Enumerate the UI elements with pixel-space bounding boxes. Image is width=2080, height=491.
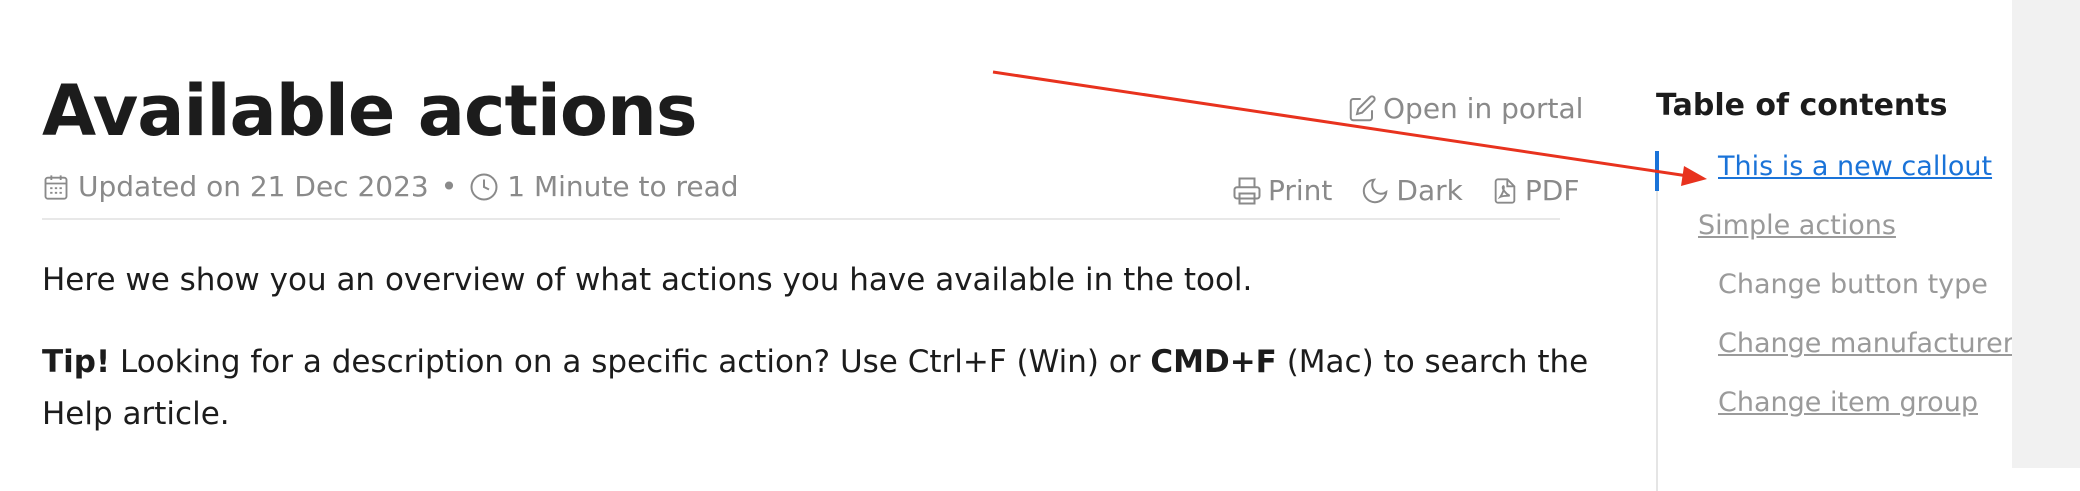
print-label: Print [1268,174,1333,207]
clock-icon [469,172,499,202]
tip-label: Tip! [42,344,111,380]
printer-icon [1232,176,1262,206]
meta-separator: • [440,170,458,203]
edit-icon [1347,94,1377,124]
tip-text-1: Looking for a description on a specific … [110,344,1151,380]
header-divider [42,218,1560,220]
dark-label: Dark [1396,174,1463,207]
pdf-file-icon [1491,175,1519,207]
tip-paragraph: Tip! Looking for a description on a spec… [42,336,1602,440]
intro-paragraph: Here we show you an overview of what act… [42,262,1253,298]
moon-icon [1360,176,1390,206]
tip-shortcut: CMD+F [1150,344,1277,380]
pdf-label: PDF [1524,174,1580,207]
toc-list: This is a new callout Simple actions Cha… [1655,151,2014,491]
page-title: Available actions [42,70,697,152]
article-meta: Updated on 21 Dec 2023 • 1 Minute to rea… [42,170,739,203]
toc-item-change-item-group[interactable]: Change item group [1718,387,1978,418]
toc-title: Table of contents [1656,88,1948,123]
read-time: 1 Minute to read [507,170,739,203]
toc-active-indicator [1655,151,1659,191]
article-toolbar: Print Dark PDF [1232,174,1579,207]
table-of-contents: Table of contents This is a new callout … [1655,88,2014,491]
open-in-portal-label: Open in portal [1383,92,1584,125]
print-button[interactable]: Print [1232,174,1332,207]
toc-item-simple-actions[interactable]: Simple actions [1698,210,1896,241]
pdf-button[interactable]: PDF [1491,174,1580,207]
open-in-portal-link[interactable]: Open in portal [1347,92,1583,125]
toc-item-new-callout[interactable]: This is a new callout [1718,151,1992,182]
dark-mode-toggle[interactable]: Dark [1360,174,1463,207]
toc-item-change-manufacturer[interactable]: Change manufacturer [1718,328,2014,359]
calendar-icon [42,172,70,202]
scrollbar-gutter[interactable] [2012,0,2080,468]
updated-date: Updated on 21 Dec 2023 [78,170,429,203]
toc-item-change-button-type[interactable]: Change button type [1718,269,1988,300]
